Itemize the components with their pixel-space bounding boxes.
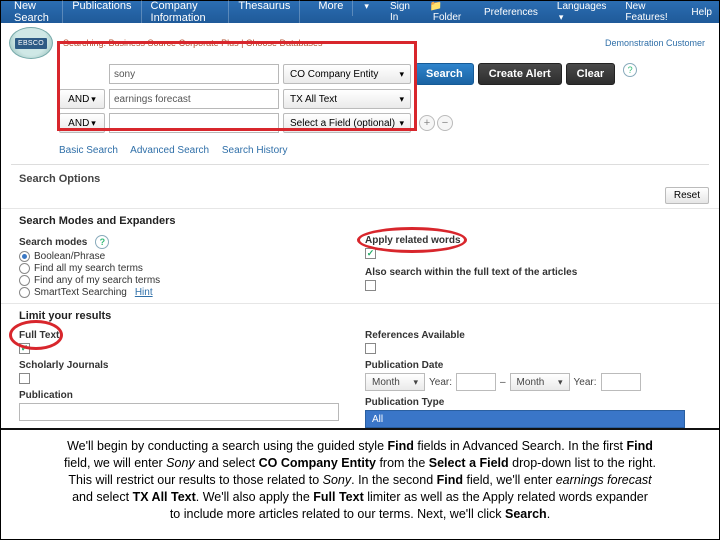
- mode-find-all[interactable]: Find all my search terms: [19, 263, 355, 274]
- link-help[interactable]: Help: [688, 5, 715, 20]
- search-mode-links: Basic Search Advanced Search Search Hist…: [1, 143, 719, 162]
- hint-link[interactable]: Hint: [135, 287, 153, 298]
- limit-heading: Limit your results: [1, 303, 719, 326]
- search-fulltext-label: Also search within the full text of the …: [365, 267, 701, 278]
- pubtype-select[interactable]: All: [365, 410, 685, 428]
- year-to[interactable]: [601, 373, 641, 391]
- month-from[interactable]: Month▾: [365, 373, 425, 391]
- link-signin[interactable]: Sign In: [387, 0, 417, 25]
- search-term-1[interactable]: [109, 64, 279, 84]
- modes-heading: Search Modes and Expanders: [1, 208, 719, 231]
- month-to[interactable]: Month▾: [510, 373, 570, 391]
- nav-publications[interactable]: Publications: [63, 0, 141, 28]
- nav-thesaurus[interactable]: Thesaurus: [229, 0, 300, 28]
- create-alert-button[interactable]: Create Alert: [478, 63, 562, 85]
- search-fulltext-checkbox[interactable]: [365, 280, 701, 291]
- scholarly-checkbox[interactable]: [19, 373, 355, 384]
- field-select-1[interactable]: CO Company Entity▾: [283, 64, 411, 84]
- search-button[interactable]: Search: [415, 63, 474, 85]
- breadcrumb: Searching: Business Source Corporate Plu…: [53, 38, 605, 48]
- refs-label: References Available: [365, 330, 701, 341]
- fulltext-label: Full Text: [19, 330, 355, 341]
- link-search-history[interactable]: Search History: [222, 145, 288, 156]
- add-row-button[interactable]: +: [419, 115, 435, 131]
- link-advanced-search[interactable]: Advanced Search: [130, 145, 209, 156]
- link-langs[interactable]: Languages ▾: [551, 0, 613, 25]
- clear-button[interactable]: Clear: [566, 63, 616, 85]
- pubdate-label: Publication Date: [365, 360, 701, 371]
- ebsco-logo: EBSCO: [9, 27, 53, 59]
- guided-search-form: CO Company Entity▾ Search Create Alert C…: [1, 59, 719, 143]
- mode-find-any[interactable]: Find any of my search terms: [19, 275, 355, 286]
- publication-label: Publication: [19, 390, 355, 401]
- publication-input[interactable]: [19, 403, 339, 421]
- refs-checkbox[interactable]: [365, 343, 701, 354]
- boolean-3[interactable]: AND ▾: [59, 113, 105, 133]
- link-basic-search[interactable]: Basic Search: [59, 145, 118, 156]
- search-modes-label: Search modes?: [19, 235, 355, 249]
- mode-smarttext[interactable]: SmartText SearchingHint: [19, 287, 355, 298]
- year-from[interactable]: [456, 373, 496, 391]
- reset-button[interactable]: Reset: [665, 187, 709, 204]
- nav-new-search[interactable]: New Search: [5, 0, 63, 28]
- demo-customer-label: Demonstration Customer: [605, 38, 711, 48]
- boolean-2[interactable]: AND ▾: [59, 89, 105, 109]
- scholarly-label: Scholarly Journals: [19, 360, 355, 371]
- search-term-2[interactable]: [109, 89, 279, 109]
- mode-boolean[interactable]: Boolean/Phrase: [19, 251, 355, 262]
- apply-related-label: Apply related words: [365, 235, 701, 246]
- help-icon[interactable]: ?: [95, 235, 109, 249]
- link-prefs[interactable]: Preferences: [481, 5, 541, 20]
- nav-more[interactable]: More▾: [300, 0, 387, 28]
- field-select-2[interactable]: TX All Text▾: [283, 89, 411, 109]
- link-folder[interactable]: 📁 Folder: [427, 0, 471, 25]
- link-new-features[interactable]: New Features!: [622, 0, 678, 25]
- fulltext-checkbox[interactable]: [19, 343, 355, 354]
- top-nav-bar: New Search Publications Company Informat…: [1, 1, 719, 23]
- field-select-3[interactable]: Select a Field (optional)▾: [283, 113, 411, 133]
- nav-company-info[interactable]: Company Information: [142, 0, 230, 28]
- pubtype-label: Publication Type: [365, 397, 701, 408]
- apply-related-checkbox[interactable]: [365, 248, 701, 259]
- help-icon[interactable]: ?: [623, 63, 637, 77]
- search-term-3[interactable]: [109, 113, 279, 133]
- tutorial-caption: We'll begin by conducting a search using…: [1, 428, 719, 532]
- remove-row-button[interactable]: −: [437, 115, 453, 131]
